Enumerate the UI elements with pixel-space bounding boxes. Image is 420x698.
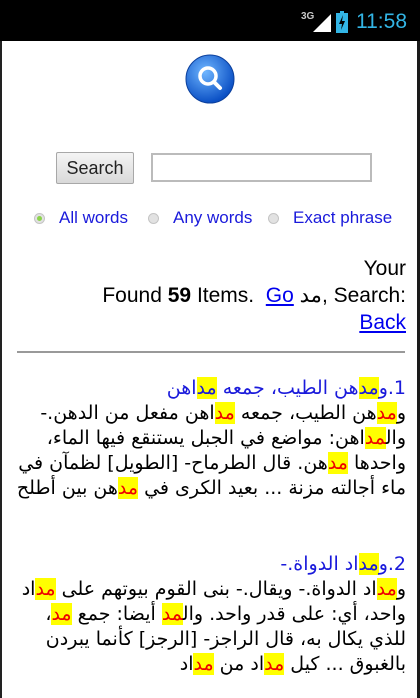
search-label: Search:	[333, 284, 406, 307]
text-segment: هن الطيب، جمعه	[234, 402, 377, 424]
divider	[17, 351, 405, 353]
app-logo-search-icon	[185, 54, 235, 104]
result-item-2[interactable]: 2.ومداد الدواة.- ومداد الدواة.- ويقال.- …	[14, 552, 406, 677]
option-all-words[interactable]: All words	[34, 208, 128, 228]
text-segment: اد	[179, 653, 194, 675]
highlight-match: مد	[117, 477, 139, 499]
text-segment: 1.و	[378, 377, 406, 399]
back-link[interactable]: Back	[359, 311, 406, 334]
search-button[interactable]: Search	[56, 152, 134, 184]
text-segment: اد من	[213, 653, 265, 675]
radio-checked-icon	[34, 212, 45, 224]
frame-left	[0, 41, 2, 698]
text-segment: هن بين أطلح	[16, 477, 118, 499]
radio-unchecked-icon	[268, 212, 279, 224]
go-link[interactable]: Go	[266, 284, 294, 307]
option-exact-phrase[interactable]: Exact phrase	[268, 208, 392, 228]
highlight-match: مد	[161, 603, 183, 625]
highlight-match: مد	[364, 427, 386, 449]
highlight-match: مد	[358, 377, 379, 399]
text-segment: اد الدواة.-	[280, 553, 359, 575]
result-body: ومدهن الطيب، جمعه مداهن مفعل من الدهن.- …	[14, 401, 406, 501]
battery-charging-icon	[336, 11, 348, 33]
highlight-match: مد	[193, 653, 214, 675]
option-label: Any words	[173, 208, 253, 227]
found-suffix: Items.	[196, 284, 255, 307]
highlight-match: مد	[376, 402, 397, 424]
found-prefix: Found	[102, 284, 162, 307]
option-any-words[interactable]: Any words	[148, 208, 252, 228]
text-segment: أيضا: جمع	[71, 603, 162, 625]
result-title[interactable]: 2.ومداد الدواة.-	[14, 552, 406, 577]
results-header: Your Found 59 Items. Go مد, Search: Back	[66, 255, 406, 336]
option-label: All words	[59, 208, 128, 227]
text-segment: اد الدواة.- ويقال.- بنى القوم بيوتهم على	[55, 578, 377, 600]
result-count: 59	[167, 284, 192, 307]
result-item-1[interactable]: 1.ومدهن الطيب، جمعه مداهن ومدهن الطيب، ج…	[14, 376, 406, 501]
option-label: Exact phrase	[293, 208, 393, 227]
text-segment: اهن	[166, 377, 197, 399]
highlight-match: مد	[51, 603, 72, 625]
highlight-match: مد	[327, 452, 348, 474]
result-body: ومداد الدواة.- ويقال.- بنى القوم بيوتهم …	[14, 577, 406, 677]
highlight-match: مد	[264, 653, 285, 675]
search-input[interactable]	[151, 153, 372, 182]
signal-icon	[313, 14, 331, 32]
text-segment: 2.و	[378, 553, 406, 575]
found-line: Found 59 Items. Go مد, Search:	[102, 284, 406, 307]
highlight-match: مد	[35, 578, 56, 600]
radio-unchecked-icon	[148, 212, 159, 224]
result-title[interactable]: 1.ومدهن الطيب، جمعه مداهن	[14, 376, 406, 401]
clock: 11:58	[356, 10, 407, 33]
highlight-match: مد	[376, 578, 397, 600]
query-text: مد	[299, 284, 322, 307]
highlight-match: مد	[196, 377, 217, 399]
text-segment: و	[396, 578, 406, 600]
your-label: Your	[363, 257, 406, 280]
text-segment: و	[396, 402, 406, 424]
highlight-match: مد	[358, 553, 379, 575]
status-bar: 3G 11:58	[0, 0, 420, 41]
highlight-match: مد	[214, 402, 235, 424]
text-segment: هن الطيب، جمعه	[216, 377, 359, 399]
